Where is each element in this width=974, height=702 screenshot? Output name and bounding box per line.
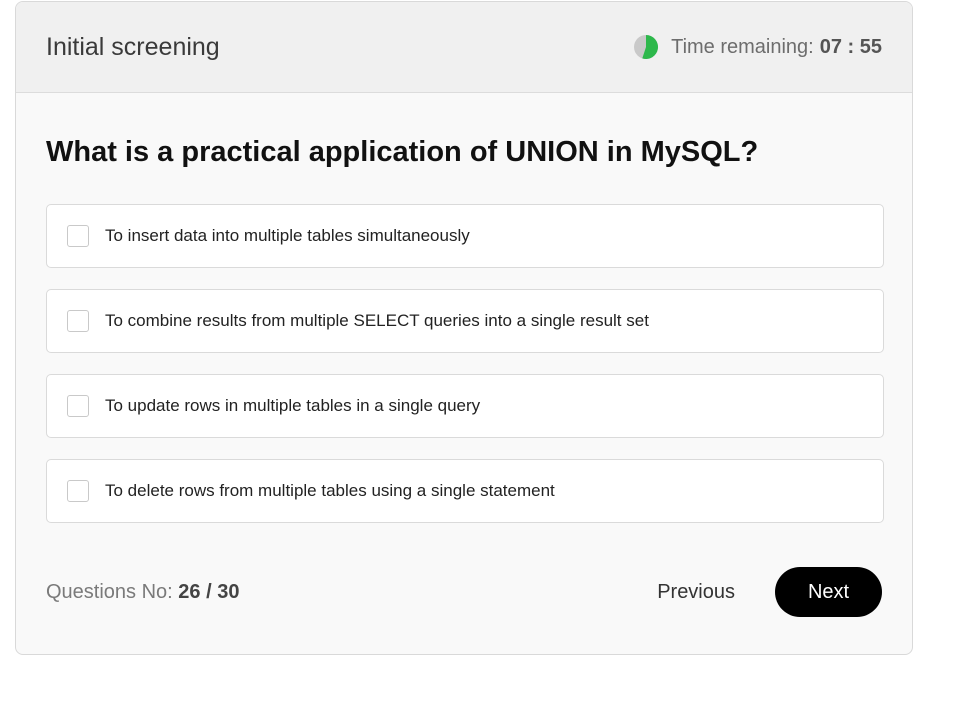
answer-checkbox[interactable] (67, 480, 89, 502)
question-counter: Questions No: 26 / 30 (46, 581, 239, 604)
timer: Time remaining: 07 : 55 (633, 34, 882, 60)
answer-checkbox[interactable] (67, 395, 89, 417)
quiz-header: Initial screening Time remaining: 07 : 5… (16, 2, 912, 93)
quiz-card: Initial screening Time remaining: 07 : 5… (15, 1, 913, 655)
next-button[interactable]: Next (775, 567, 882, 617)
navigation: Previous Next (657, 567, 882, 617)
question-counter-value: 26 / 30 (178, 580, 240, 603)
answer-label: To update rows in multiple tables in a s… (105, 396, 481, 415)
answer-checkbox[interactable] (67, 225, 89, 247)
answer-checkbox[interactable] (67, 310, 89, 332)
timer-label: Time remaining: (671, 35, 814, 58)
answer-option[interactable]: To update rows in multiple tables in a s… (46, 374, 884, 438)
answer-label: To combine results from multiple SELECT … (105, 311, 649, 330)
answer-label: To delete rows from multiple tables usin… (105, 481, 555, 500)
answer-label: To insert data into multiple tables simu… (105, 226, 470, 245)
previous-button[interactable]: Previous (657, 581, 735, 604)
progress-pie-icon (633, 34, 659, 60)
question-text: What is a practical application of UNION… (46, 136, 759, 168)
answer-options: To insert data into multiple tables simu… (46, 204, 884, 544)
answer-option[interactable]: To combine results from multiple SELECT … (46, 289, 884, 353)
answer-option[interactable]: To insert data into multiple tables simu… (46, 204, 884, 268)
quiz-title: Initial screening (46, 32, 220, 61)
answer-option[interactable]: To delete rows from multiple tables usin… (46, 459, 884, 523)
timer-value: 07 : 55 (819, 35, 882, 58)
quiz-footer: Questions No: 26 / 30 Previous Next (46, 567, 882, 617)
question-counter-label: Questions No: (46, 580, 173, 603)
